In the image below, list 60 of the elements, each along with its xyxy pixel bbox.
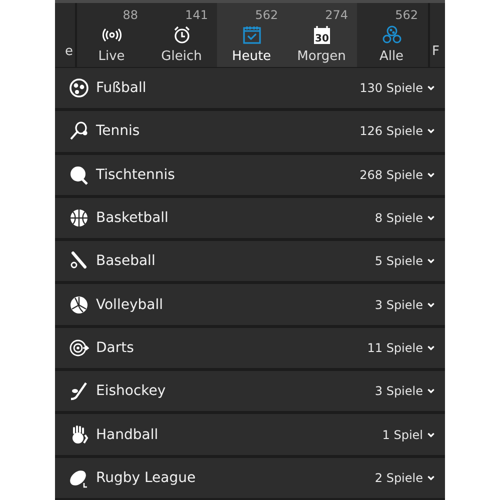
- sport-name: Eishockey: [96, 383, 167, 400]
- tennis-racket-icon: [69, 121, 89, 142]
- tab-count: 274: [325, 8, 348, 22]
- sport-name: Handball: [96, 426, 160, 443]
- chevron-down-icon: [427, 300, 435, 309]
- sport-name: Tischtennis: [96, 166, 176, 183]
- basketball-icon: [69, 208, 89, 228]
- sport-row[interactable]: Volleyball 3 Spiele: [55, 284, 445, 325]
- sport-name: Fußball: [96, 80, 148, 96]
- chevron-down-icon: [427, 214, 435, 222]
- game-count: 8 Spiele: [374, 211, 423, 226]
- dartboard-icon: [69, 338, 89, 358]
- sport-name: Volleyball: [96, 296, 164, 313]
- sport-name: Darts: [96, 340, 135, 356]
- table-tennis-paddle-icon: [69, 164, 89, 185]
- chevron-down-icon: [427, 84, 435, 92]
- chevron-down-icon: [427, 387, 435, 396]
- tab[interactable]: 274 30 Morgen: [287, 3, 357, 67]
- chevron-down-icon: [427, 474, 435, 482]
- sport-name: Rugby League: [96, 470, 197, 486]
- sport-row[interactable]: Baseball 5 Spiele: [55, 241, 445, 282]
- sport-row[interactable]: Fußball 130 Spiele: [55, 68, 445, 108]
- sport-name: Basketball: [96, 210, 170, 226]
- baseball-bat-icon: [69, 251, 89, 272]
- hockey-stick-icon: [69, 381, 89, 402]
- chevron-down-icon: [427, 344, 435, 352]
- tab-count: 562: [395, 8, 418, 22]
- sport-row[interactable]: Tischtennis 268 Spiele: [55, 154, 445, 195]
- tab[interactable]: 562 Heute: [217, 3, 287, 67]
- tab-count: 88: [122, 8, 138, 22]
- game-count: 268 Spiele: [360, 168, 423, 182]
- tab[interactable]: 141 Gleich: [147, 3, 217, 67]
- sport-row[interactable]: Rugby League 2 Spiele: [55, 458, 445, 498]
- sport-name: Tennis: [96, 123, 141, 140]
- sport-row[interactable]: Darts 11 Spiele: [55, 328, 445, 368]
- game-count: 5 Spiele: [374, 254, 423, 268]
- sport-name: Baseball: [96, 253, 156, 270]
- game-count: 3 Spiele: [374, 384, 423, 398]
- game-count: 130 Spiele: [360, 81, 423, 96]
- sport-row[interactable]: Basketball 8 Spiele: [55, 198, 445, 238]
- game-count: 3 Spiele: [374, 298, 423, 312]
- soccer-ball-icon: [69, 78, 89, 98]
- rugby-ball-icon: [69, 468, 89, 488]
- tab-count: 562: [255, 8, 278, 22]
- game-count: 2 Spiele: [374, 470, 423, 485]
- chevron-down-icon: [427, 430, 435, 439]
- tab[interactable]: 88 Live: [77, 3, 147, 67]
- chevron-down-icon: [427, 257, 435, 266]
- chevron-down-icon: [427, 127, 435, 136]
- game-count: 11 Spiele: [367, 340, 423, 355]
- calendar-icon: 30: [312, 25, 332, 45]
- sport-row[interactable]: Eishockey 3 Spiele: [55, 371, 445, 412]
- game-count: 126 Spiele: [360, 124, 423, 138]
- sport-row[interactable]: Handball 1 Spiel: [55, 414, 445, 455]
- sport-row[interactable]: Tennis 126 Spiele: [55, 111, 445, 152]
- chevron-down-icon: [427, 170, 435, 179]
- volleyball-icon: [69, 294, 89, 315]
- tab-count: 141: [185, 8, 208, 22]
- tab[interactable]: 562 Alle: [357, 3, 427, 67]
- game-count: 1 Spiel: [382, 428, 423, 442]
